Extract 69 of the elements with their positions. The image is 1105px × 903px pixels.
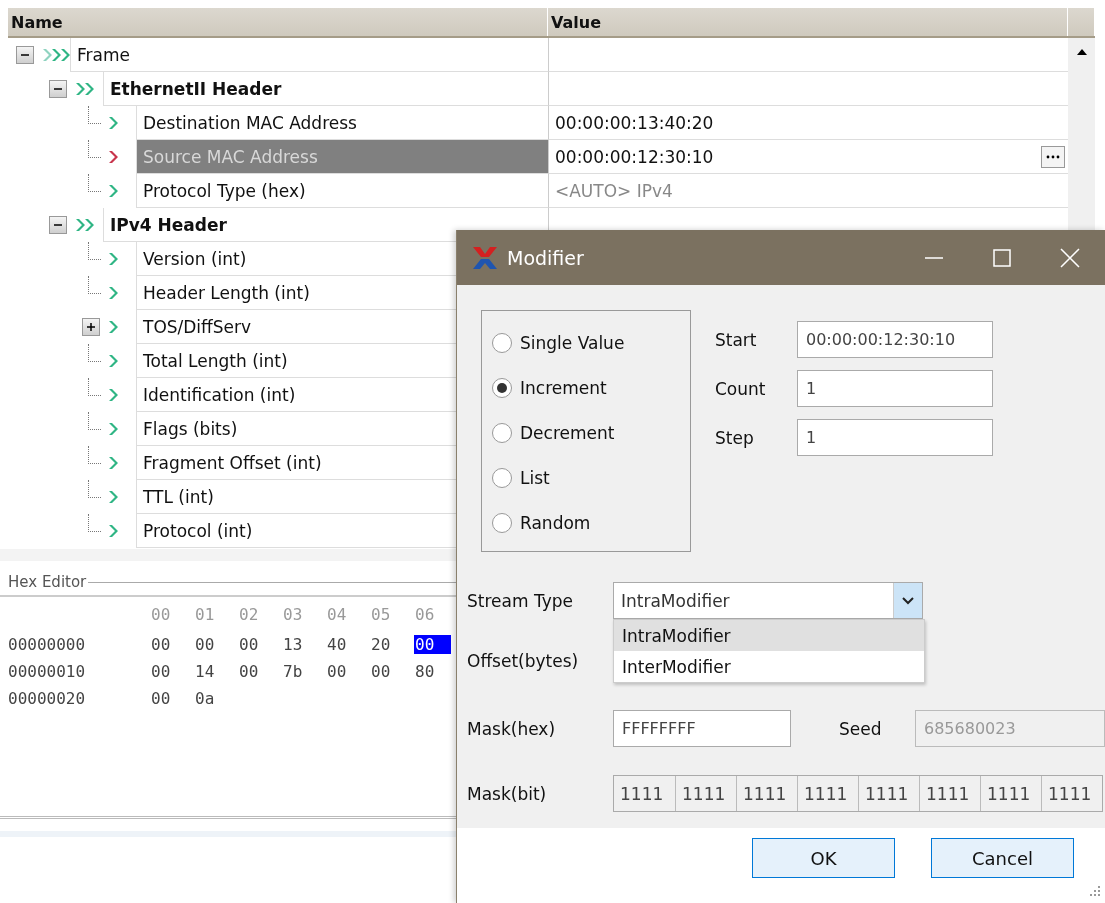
toggle-button[interactable] [49, 80, 67, 98]
field-label: Offset(bytes) [467, 650, 580, 671]
field-label: Mask(hex) [467, 718, 557, 739]
hex-byte[interactable]: 20 [370, 635, 407, 654]
field-label: Step [715, 427, 755, 448]
group-title: Hex Editor [8, 573, 87, 591]
column-header: 03 [282, 604, 304, 624]
radio-button[interactable] [492, 468, 512, 488]
input-field[interactable]: 00:00:00:12:30:10 [797, 321, 993, 358]
toggle-button[interactable] [82, 318, 100, 336]
column-header: 04 [326, 604, 348, 624]
caret-icon [902, 596, 914, 605]
scroll-up-icon[interactable] [1075, 48, 1088, 56]
hex-byte[interactable]: 00 [238, 635, 275, 654]
column-header: Value [548, 8, 1068, 36]
hex-byte[interactable]: 0a [194, 689, 231, 708]
value-text: 00:00:00:12:30:10 [555, 146, 714, 167]
hex-byte[interactable]: 00 [194, 635, 231, 654]
input-field[interactable]: 1 [797, 419, 993, 456]
hex-byte[interactable]: 00 [238, 662, 275, 681]
app-logo-icon [471, 245, 499, 270]
offset-text: 00000020 [8, 689, 87, 708]
hex-byte[interactable]: 14 [194, 662, 231, 681]
tree-item[interactable]: Protocol Type (hex) [136, 174, 548, 208]
value-text: <AUTO> IPv4 [555, 180, 673, 201]
toggle-button[interactable] [16, 46, 34, 64]
radio-button[interactable] [492, 378, 512, 398]
plus-icon [85, 321, 97, 333]
radio-button[interactable] [492, 513, 512, 533]
column-header: Name [8, 8, 548, 36]
field-label: Start [715, 329, 758, 350]
field-label: Seed [838, 718, 883, 739]
radio-button[interactable] [492, 423, 512, 443]
radio-button[interactable] [492, 333, 512, 353]
ok-button[interactable]: OK [752, 838, 895, 878]
field-label: Stream Type [467, 590, 574, 611]
toggle-button[interactable] [49, 216, 67, 234]
field-label: Count [715, 378, 767, 399]
hex-byte[interactable]: 80 [414, 662, 451, 681]
close-icon[interactable] [1059, 246, 1081, 269]
tree-item[interactable]: EthernetII Header [103, 72, 548, 106]
column-header: 05 [370, 604, 392, 624]
hex-byte[interactable]: 00 [370, 662, 407, 681]
cancel-button[interactable]: Cancel [931, 838, 1074, 878]
hex-byte[interactable]: 13 [282, 635, 319, 654]
column-header: 01 [194, 604, 216, 624]
hex-byte[interactable]: 00 [150, 662, 187, 681]
dropdown-option[interactable]: InterModifier [614, 651, 924, 682]
field-label: Mask(bit) [467, 783, 548, 804]
hex-byte[interactable]: 00 [414, 635, 451, 654]
more-button[interactable] [1041, 145, 1065, 168]
input-field[interactable]: FFFFFFFF [613, 710, 791, 747]
column-header: 00 [150, 604, 172, 624]
hex-byte[interactable]: 00 [150, 635, 187, 654]
hex-byte[interactable]: 40 [326, 635, 363, 654]
ellipsis-icon [1046, 154, 1060, 159]
offset-text: 00000000 [8, 635, 87, 654]
column-header: 06 [414, 604, 436, 624]
input-field[interactable]: 1 [797, 370, 993, 407]
dropdown-option[interactable]: IntraModifier [614, 620, 924, 651]
value-text: 00:00:00:13:40:20 [555, 112, 714, 133]
hex-byte[interactable]: 00 [326, 662, 363, 681]
column-header: 02 [238, 604, 260, 624]
offset-text: 00000010 [8, 662, 87, 681]
tree-item[interactable]: Frame [70, 38, 548, 72]
resize-grip-icon[interactable] [1087, 883, 1101, 897]
hex-byte[interactable]: 00 [150, 689, 187, 708]
hex-byte[interactable]: 7b [282, 662, 319, 681]
maximize-icon[interactable] [991, 246, 1013, 269]
